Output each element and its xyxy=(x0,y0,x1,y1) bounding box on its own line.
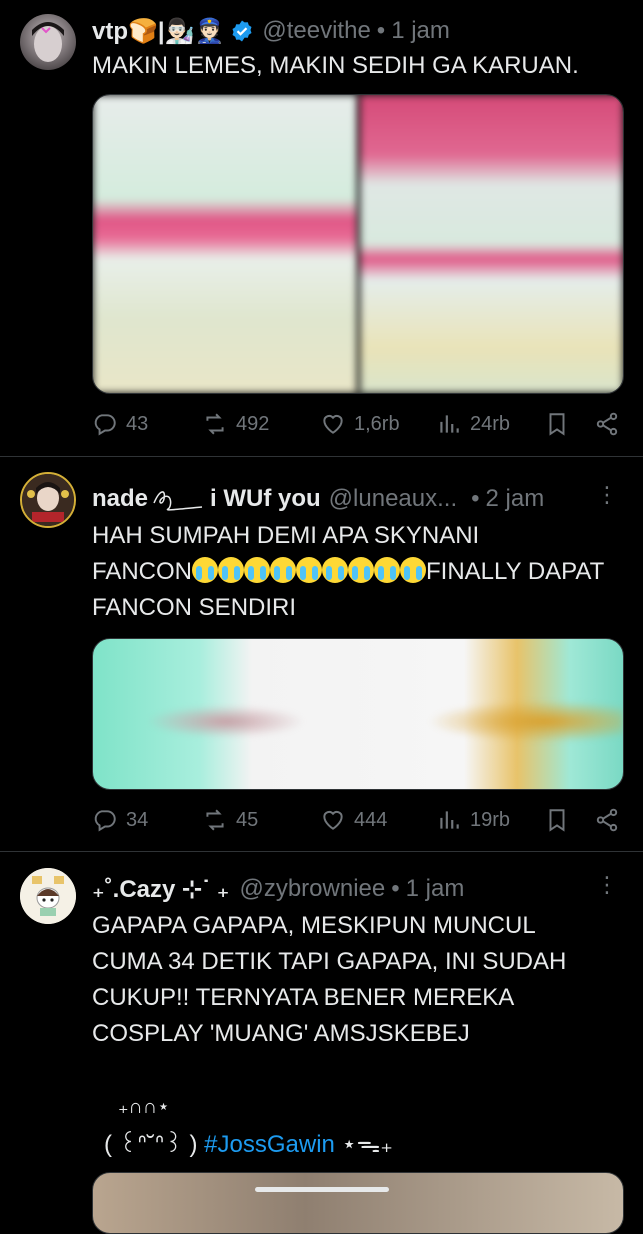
repost-button[interactable]: 492 xyxy=(202,411,320,437)
tweet-3[interactable]: ₊˚.Cazy ⊹˙ ₊ @zybrowniee • 1 jam ⋮ GAPAP… xyxy=(0,852,643,1234)
loudly-crying-emoji xyxy=(270,557,297,583)
media-image-1[interactable] xyxy=(93,95,357,393)
separator-dot: • xyxy=(471,485,480,512)
bookmark-button[interactable] xyxy=(544,807,594,833)
avatar[interactable] xyxy=(20,14,76,70)
like-button[interactable]: 1,6rb xyxy=(320,411,436,437)
share-icon xyxy=(596,808,618,832)
text-line: HAH SUMPAH DEMI APA SKYNANI xyxy=(92,522,480,549)
reply-icon xyxy=(94,414,116,436)
repost-icon xyxy=(206,413,224,435)
repost-icon xyxy=(206,809,224,831)
display-name[interactable]: nade xyxy=(92,485,148,513)
avatar[interactable] xyxy=(20,472,76,528)
repost-count: 45 xyxy=(236,808,259,831)
share-button[interactable] xyxy=(594,807,620,833)
hashtag-link[interactable]: #JossGawin xyxy=(204,1131,335,1158)
loudly-crying-emoji xyxy=(374,557,401,583)
tweet-2[interactable]: nade i WUf you @luneaux... • 2 jam ⋮ HAH… xyxy=(0,458,643,850)
loudly-crying-emoji xyxy=(218,557,245,583)
views-icon xyxy=(440,811,459,829)
reply-button[interactable]: 43 xyxy=(92,411,202,437)
avatar-image xyxy=(22,474,74,526)
views-button[interactable]: 24rb xyxy=(436,411,544,437)
like-count: 444 xyxy=(354,808,388,831)
views-icon xyxy=(440,415,459,433)
tweet-actions: 43 492 1,6rb 24rb xyxy=(92,406,621,442)
more-options-button[interactable]: ⋮ xyxy=(596,482,619,508)
loudly-crying-emoji xyxy=(192,557,219,583)
separator-dot: • xyxy=(376,17,386,44)
share-icon xyxy=(596,412,618,436)
ribbon-doodle-icon xyxy=(153,491,203,511)
kaomoji: ( ꒰ᐢ˘ᐢ꒱ ) xyxy=(104,1131,198,1158)
loudly-crying-emoji xyxy=(348,557,375,583)
heart-icon xyxy=(323,414,343,434)
media-image-peek[interactable] xyxy=(92,1172,624,1234)
separator-dot: • xyxy=(391,875,400,902)
display-name[interactable]: vtp🍞|👨🏻‍🔬👮🏻 xyxy=(92,17,224,46)
handle[interactable]: @teevithe xyxy=(262,17,370,45)
tweet-text: MAKIN LEMES, MAKIN SEDIH GA KARUAN. xyxy=(92,52,579,79)
kaomoji-tail: ⋆ᯓ₊ xyxy=(341,1131,393,1158)
media-image-2[interactable] xyxy=(359,95,623,393)
timestamp[interactable]: 1 jam xyxy=(391,17,450,45)
repost-count: 492 xyxy=(236,412,270,435)
handle[interactable]: @luneaux... xyxy=(329,485,457,513)
kaomoji-line: ( ꒰ᐢ˘ᐢ꒱ ) #JossGawin ⋆ᯓ₊ xyxy=(104,1126,393,1160)
text-segment: FINALLY DAPAT xyxy=(426,558,605,585)
text-line: FANCON SENDIRI xyxy=(92,594,297,621)
views-button[interactable]: 19rb xyxy=(436,807,544,833)
views-count: 24rb xyxy=(470,412,511,435)
heart-icon xyxy=(323,810,343,830)
text-line: FANCON FINALLY DAPAT xyxy=(92,554,619,590)
tweet-1[interactable]: vtp🍞|👨🏻‍🔬👮🏻 @teevithe • 1 jam MAKIN LEME… xyxy=(0,0,643,458)
display-name[interactable]: ₊˚.Cazy ⊹˙ ₊ xyxy=(92,875,229,904)
tweet-text: GAPAPA GAPAPA, MESKIPUN MUNCUL CUMA 34 D… xyxy=(92,912,567,1047)
media-grid[interactable] xyxy=(92,94,624,394)
share-button[interactable] xyxy=(594,411,620,437)
reply-count: 34 xyxy=(126,808,149,831)
tweet-actions: 34 45 444 19rb xyxy=(92,802,621,838)
bookmark-icon xyxy=(549,413,565,436)
home-indicator xyxy=(254,1187,389,1192)
media-blur-overlay xyxy=(93,639,623,789)
timestamp[interactable]: 2 jam xyxy=(486,485,545,513)
divider xyxy=(0,456,643,457)
media-image[interactable] xyxy=(92,638,624,790)
views-count: 19rb xyxy=(470,808,511,831)
kaomoji-top: ₊∩∩⋆ xyxy=(118,1096,170,1118)
avatar-image xyxy=(32,22,64,62)
reply-button[interactable]: 34 xyxy=(92,807,202,833)
timestamp[interactable]: 1 jam xyxy=(406,875,465,903)
verified-icon xyxy=(230,19,254,43)
handle[interactable]: @zybrowniee xyxy=(239,875,385,903)
tweet-text: HAH SUMPAH DEMI APA SKYNANI FANCON FINALL… xyxy=(92,518,619,626)
loudly-crying-emoji xyxy=(296,557,323,583)
like-count: 1,6rb xyxy=(354,412,400,435)
avatar-image xyxy=(20,868,76,924)
tweet-header: ₊˚.Cazy ⊹˙ ₊ @zybrowniee • 1 jam xyxy=(92,872,623,906)
tweet-header: nade i WUf you @luneaux... • 2 jam xyxy=(92,482,623,516)
reply-icon xyxy=(94,810,116,832)
avatar[interactable] xyxy=(20,868,76,924)
text-segment: FANCON xyxy=(92,558,193,585)
like-button[interactable]: 444 xyxy=(320,807,436,833)
loudly-crying-emoji xyxy=(244,557,271,583)
loudly-crying-emoji xyxy=(400,557,427,583)
bookmark-icon xyxy=(549,809,565,832)
tweet-header: vtp🍞|👨🏻‍🔬👮🏻 @teevithe • 1 jam xyxy=(92,14,623,48)
more-options-button[interactable]: ⋮ xyxy=(596,872,619,898)
loudly-crying-emoji xyxy=(322,557,349,583)
display-name-suffix[interactable]: i WUf you xyxy=(210,485,321,513)
repost-button[interactable]: 45 xyxy=(202,807,320,833)
bookmark-button[interactable] xyxy=(544,411,594,437)
reply-count: 43 xyxy=(126,412,149,435)
